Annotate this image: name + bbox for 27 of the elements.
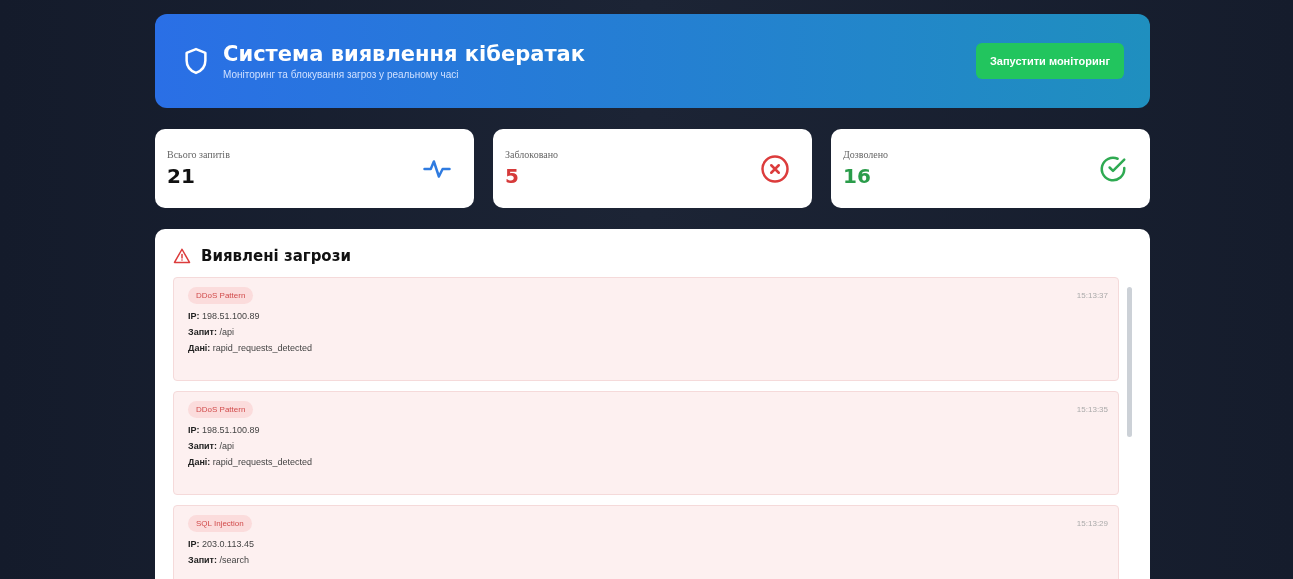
ip-line: IP: 198.51.100.89 xyxy=(188,424,261,437)
start-monitoring-button[interactable]: Запустити моніторинг xyxy=(975,43,1124,79)
app-title: Система виявлення кібератак xyxy=(223,42,585,66)
request-line: Запит: /search xyxy=(188,554,251,567)
stat-label: Заблоковано xyxy=(505,149,558,160)
timestamp: 15:13:29 xyxy=(1076,519,1108,528)
ip-line: IP: 203.0.113.45 xyxy=(188,538,255,551)
threat-type-tag: DDoS Pattern xyxy=(188,401,254,418)
x-circle-icon xyxy=(760,153,790,184)
stat-value: 5 xyxy=(505,164,520,188)
threat-type-tag: DDoS Pattern xyxy=(188,287,254,304)
panel-heading: Виявлені загрози xyxy=(201,247,351,265)
data-line: Дані: rapid_requests_detected xyxy=(188,342,313,355)
timestamp: 15:13:35 xyxy=(1076,405,1108,414)
stat-label: Дозволено xyxy=(843,149,889,160)
stat-value: 16 xyxy=(843,164,872,188)
ip-line: IP: 198.51.100.89 xyxy=(188,310,261,323)
app-subtitle: Моніторинг та блокування загроз у реальному часі xyxy=(223,69,460,80)
check-circle-icon xyxy=(1098,153,1128,184)
data-line: Дані: rapid_requests_detected xyxy=(188,456,313,469)
timestamp: 15:13:37 xyxy=(1076,291,1108,300)
request-line: Запит: /api xyxy=(188,326,236,339)
stat-value: 21 xyxy=(167,164,196,188)
warning-icon xyxy=(173,247,191,265)
stat-label: Всього запитів xyxy=(167,149,230,160)
threat-type-tag: SQL Injection xyxy=(188,515,252,532)
request-line: Запит: /api xyxy=(188,440,236,453)
